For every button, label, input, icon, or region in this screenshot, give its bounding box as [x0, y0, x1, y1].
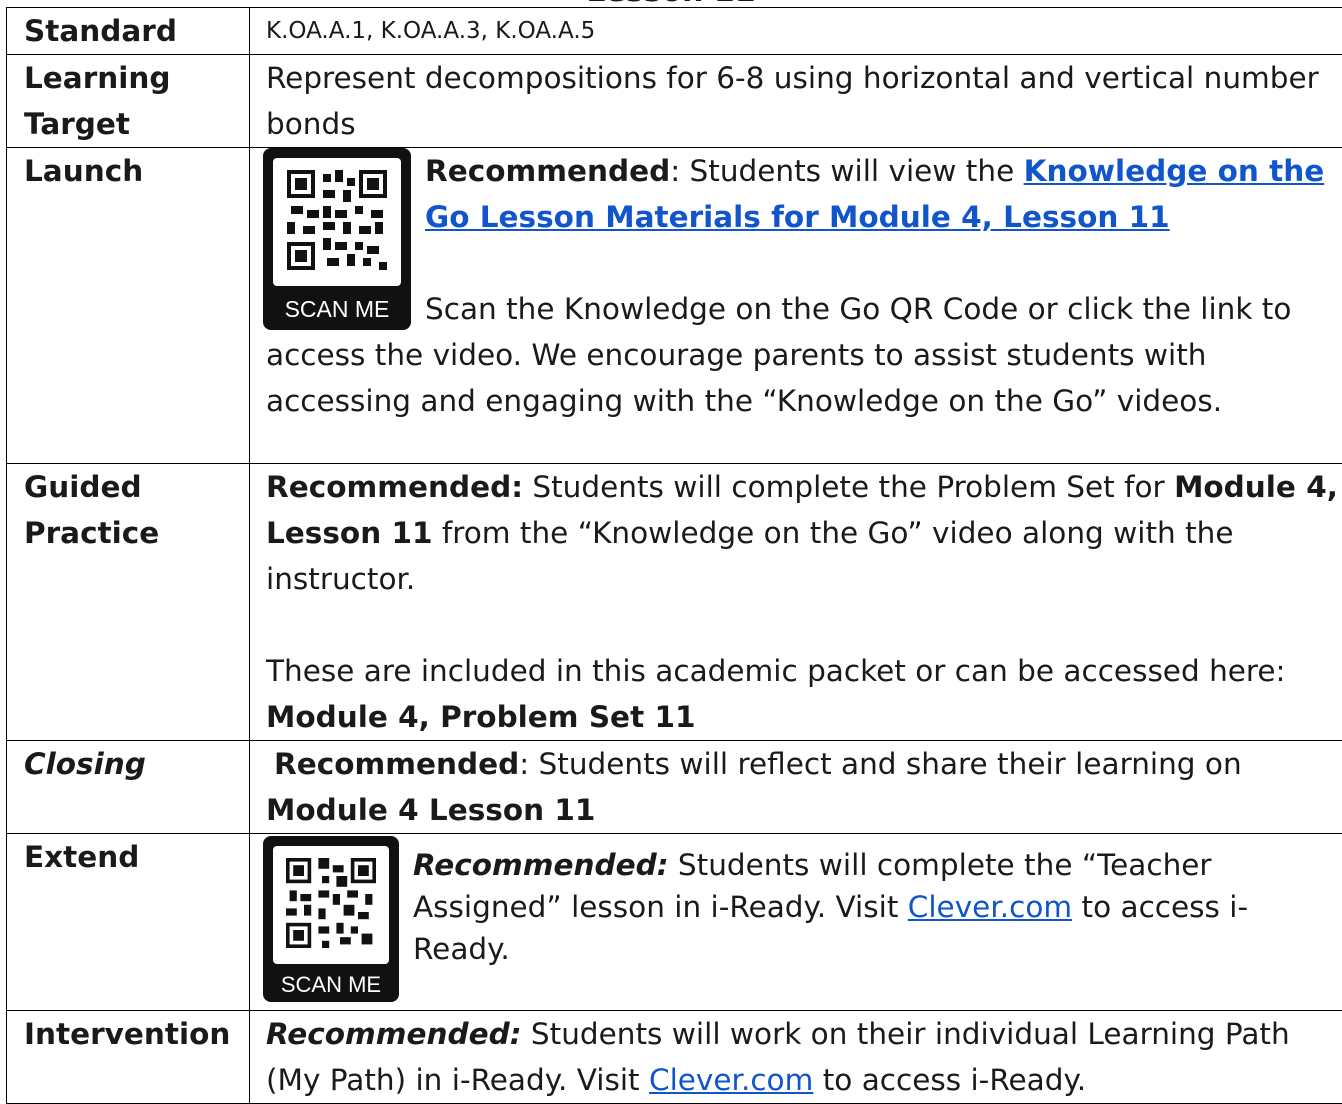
- extend-paragraph: Recommended: Students will complete the …: [266, 834, 1342, 970]
- qr-code-extend[interactable]: SCAN ME: [263, 836, 399, 1002]
- guided-text: These are included in this academic pack…: [266, 654, 1285, 688]
- label-line: Learning: [24, 55, 249, 101]
- row-intervention: Intervention Recommended: Students will …: [7, 1011, 1342, 1104]
- clever-link[interactable]: Clever.com: [649, 1063, 813, 1097]
- label-closing: Closing: [7, 741, 250, 834]
- label-line: Practice: [24, 510, 249, 556]
- problem-set-ref: Module 4, Problem Set 11: [266, 700, 696, 734]
- label-standard: Standard: [7, 8, 250, 55]
- label-extend: Extend: [7, 834, 250, 1011]
- intervention-content: Recommended: Students will work on their…: [250, 1011, 1342, 1104]
- recommended-label: Recommended: [425, 154, 670, 188]
- launch-paragraph-2: Scan the Knowledge on the Go QR Code or …: [266, 286, 1342, 424]
- label-line: Guided: [24, 464, 249, 510]
- row-closing: Closing Recommended: Students will refle…: [7, 741, 1342, 834]
- label-guided-practice: Guided Practice: [7, 464, 250, 741]
- module-lesson-ref: Module 4 Lesson 11: [266, 793, 595, 827]
- row-extend: Extend SCA: [7, 834, 1342, 1011]
- scan-me-caption: SCAN ME: [263, 968, 399, 1002]
- recommended-label: Recommended:: [413, 848, 669, 882]
- launch-paragraph-1: Recommended: Students will view the Know…: [266, 148, 1342, 240]
- standard-codes: K.OA.A.1, K.OA.A.3, K.OA.A.5: [250, 8, 1342, 55]
- clever-link[interactable]: Clever.com: [908, 890, 1072, 924]
- row-standard: Standard K.OA.A.1, K.OA.A.3, K.OA.A.5: [7, 8, 1342, 55]
- qr-code-icon: [273, 846, 389, 964]
- recommended-label: Recommended:: [266, 470, 523, 504]
- label-intervention: Intervention: [7, 1011, 250, 1104]
- row-guided-practice: Guided Practice Recommended: Students wi…: [7, 464, 1342, 741]
- label-learning-target: Learning Target: [7, 55, 250, 148]
- closing-content: Recommended: Students will reflect and s…: [250, 741, 1342, 834]
- launch-text: : Students will view the: [670, 154, 1023, 188]
- recommended-label: Recommended: [274, 747, 519, 781]
- guided-text: Students will complete the Problem Set f…: [523, 470, 1174, 504]
- scan-me-caption: SCAN ME: [263, 292, 411, 326]
- row-launch: Launch: [7, 148, 1342, 464]
- label-line: Target: [24, 101, 249, 147]
- guided-paragraph-2: These are included in this academic pack…: [266, 648, 1342, 740]
- lesson-table: Standard K.OA.A.1, K.OA.A.3, K.OA.A.5 Le…: [6, 7, 1342, 1104]
- extend-content: SCAN ME Recommended: Students will compl…: [250, 834, 1342, 1011]
- guided-paragraph-1: Recommended: Students will complete the …: [266, 464, 1342, 602]
- launch-content: SCAN ME Recommended: Students will view …: [250, 148, 1342, 464]
- learning-target-text: Represent decompositions for 6-8 using h…: [250, 55, 1342, 148]
- qr-code-launch[interactable]: SCAN ME: [263, 148, 411, 330]
- qr-code-icon: [273, 158, 401, 286]
- label-launch: Launch: [7, 148, 250, 464]
- closing-text: : Students will reflect and share their …: [519, 747, 1241, 781]
- recommended-label: Recommended:: [266, 1017, 522, 1051]
- intervention-text: to access i-Ready.: [813, 1063, 1086, 1097]
- row-learning-target: Learning Target Represent decompositions…: [7, 55, 1342, 148]
- guided-content: Recommended: Students will complete the …: [250, 464, 1342, 741]
